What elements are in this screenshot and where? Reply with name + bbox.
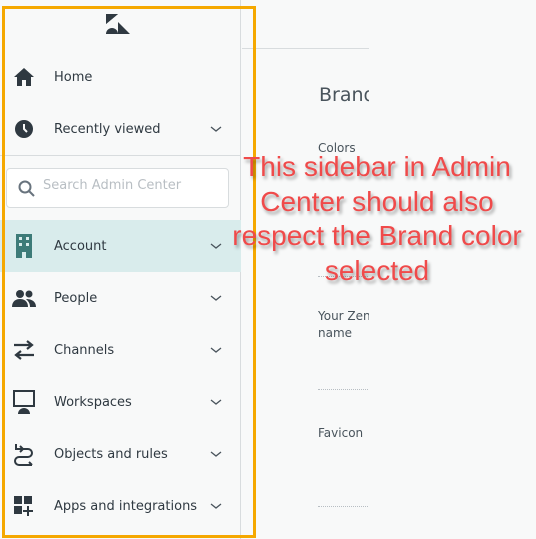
sidebar-divider xyxy=(0,155,241,156)
chevron-down-icon[interactable] xyxy=(209,343,223,357)
sidebar-item-people[interactable]: People xyxy=(0,272,241,324)
sidebar-item-channels[interactable]: Channels xyxy=(0,324,241,376)
chevron-down-icon[interactable] xyxy=(209,239,223,253)
header-divider xyxy=(242,48,369,49)
chevron-down-icon[interactable] xyxy=(209,291,223,305)
page-title: Brand xyxy=(319,84,369,106)
chevron-down-icon[interactable] xyxy=(209,499,223,513)
sidebar-item-apps-and-integrations[interactable]: Apps and integrations xyxy=(0,480,241,532)
sidebar-item-home[interactable]: Home xyxy=(0,51,241,103)
search-icon xyxy=(18,180,35,197)
apps-icon xyxy=(12,494,36,518)
sidebar-item-recently-viewed[interactable]: Recently viewed xyxy=(0,103,241,155)
sidebar-item-account[interactable]: Account xyxy=(0,220,241,272)
section-divider xyxy=(318,389,369,390)
search-field[interactable] xyxy=(6,168,229,208)
people-icon xyxy=(12,286,36,310)
home-icon xyxy=(12,65,36,89)
favicon-label: Favicon xyxy=(318,426,364,440)
search-input[interactable] xyxy=(43,178,223,193)
sidebar-item-label: Channels xyxy=(54,342,115,358)
monitor-icon xyxy=(12,390,36,414)
arrows-icon xyxy=(12,338,36,362)
section-divider xyxy=(318,506,369,507)
annotation-text: This sidebar in Admin Center should also… xyxy=(232,151,522,286)
flow-icon xyxy=(12,442,36,466)
admin-sidebar: Home Recently viewed Account People Chan… xyxy=(0,0,241,539)
sidebar-item-label: Account xyxy=(54,238,107,254)
sidebar-item-label: People xyxy=(54,290,98,306)
chevron-down-icon[interactable] xyxy=(209,395,223,409)
sidebar-item-label: Apps and integrations xyxy=(54,498,198,514)
zendesk-name-label-line2: name xyxy=(318,326,353,340)
chevron-down-icon[interactable] xyxy=(209,447,223,461)
building-icon xyxy=(12,234,36,258)
chevron-down-icon[interactable] xyxy=(209,122,223,136)
sidebar-item-label: Recently viewed xyxy=(54,121,161,137)
zendesk-name-label: Your Zendesk xyxy=(318,309,369,323)
sidebar-item-workspaces[interactable]: Workspaces xyxy=(0,376,241,428)
sidebar-item-label: Workspaces xyxy=(54,394,132,410)
clock-icon xyxy=(12,117,36,141)
sidebar-item-objects-and-rules[interactable]: Objects and rules xyxy=(0,428,241,480)
sidebar-item-label: Objects and rules xyxy=(54,446,168,462)
sidebar-item-label: Home xyxy=(54,69,93,85)
zendesk-logo[interactable] xyxy=(105,14,131,34)
